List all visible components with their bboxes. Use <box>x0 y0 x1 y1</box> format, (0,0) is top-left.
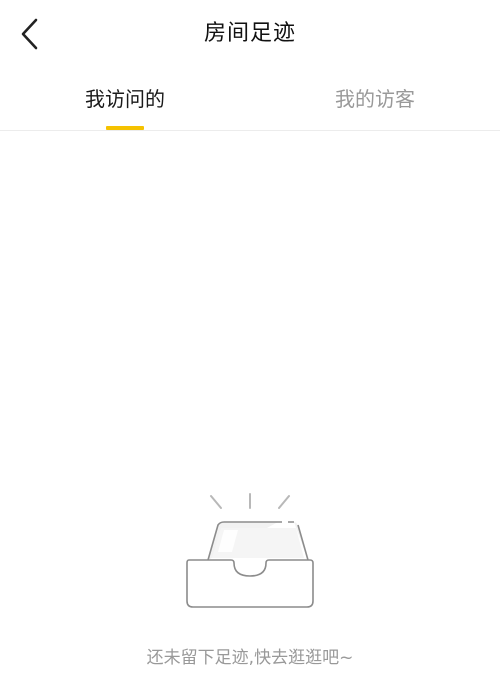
tab-my-visits[interactable]: 我访问的 <box>0 68 250 130</box>
tab-my-visitors[interactable]: 我的访客 <box>250 68 500 130</box>
tab-bar: 我访问的 我的访客 <box>0 68 500 131</box>
page-title: 房间足迹 <box>203 21 296 46</box>
active-tab-indicator <box>106 126 144 130</box>
empty-state-message: 还未留下足迹,快去逛逛吧~ <box>146 648 354 668</box>
empty-box-icon <box>186 493 314 608</box>
empty-state: 还未留下足迹,快去逛逛吧~ <box>0 490 500 676</box>
screen: 房间足迹 我访问的 我的访客 还未留下足迹,快去逛逛吧~ <box>0 0 500 676</box>
header: 房间足迹 <box>0 0 500 68</box>
tab-my-visitors-label: 我的访客 <box>335 87 415 111</box>
tab-my-visits-label: 我访问的 <box>85 87 165 111</box>
